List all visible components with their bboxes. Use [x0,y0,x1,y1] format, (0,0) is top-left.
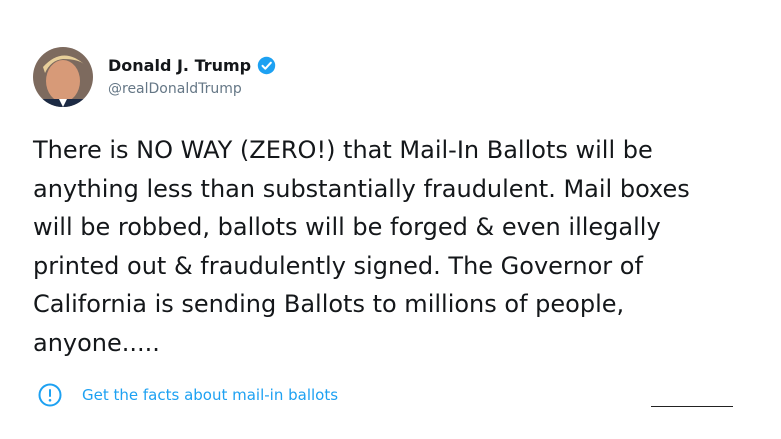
tweet-card: Donald J. Trump @realDonaldTrump There i… [0,0,781,439]
tweet-text: There is NO WAY (ZERO!) that Mail-In Bal… [33,131,748,362]
exclamation-circle-icon [38,383,62,407]
tweet-text-line: California is sending Ballots to million… [33,290,625,318]
profile-photo-icon [33,47,93,107]
tweet-text-line: anything less than substantially fraudul… [33,174,690,203]
fact-check-link[interactable]: Get the facts about mail-in ballots [38,383,338,407]
author-handle[interactable]: @realDonaldTrump [108,81,242,97]
avatar[interactable] [33,47,93,107]
fact-check-label[interactable]: Get the facts about mail-in ballots [82,386,338,404]
author-name[interactable]: Donald J. Trump [108,56,251,75]
tweet-text-line: anyone..... [33,328,160,357]
tweet-text-line: printed out & fraudulently signed. The G… [33,251,643,280]
divider [651,406,733,407]
tweet-text-line: will be robbed, ballots will be forged &… [33,213,661,241]
author-name-row[interactable]: Donald J. Trump [108,56,276,75]
tweet-text-line: There is NO WAY (ZERO!) that Mail-In Bal… [33,136,653,164]
verified-badge-icon [257,56,276,75]
